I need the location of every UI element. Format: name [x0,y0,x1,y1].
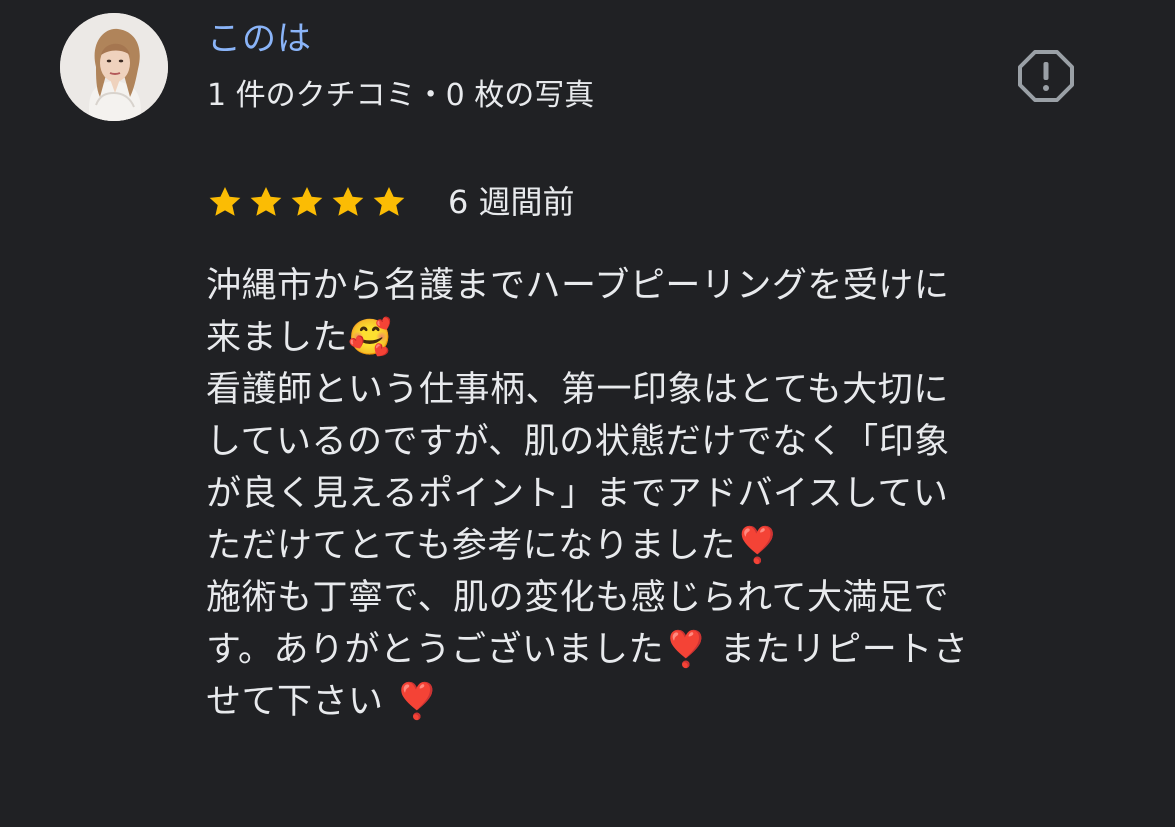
star-icon [250,186,282,216]
report-octagon-icon [1018,50,1074,102]
review-text-line: が良く見えるポイント」までアドバイスしてい [206,474,949,514]
review-text-line: ただけてとても参考になりました❣️ [206,526,780,566]
rating-row: 6 週間前 [206,176,575,228]
review-text-line: 沖縄市から名護までハーブピーリングを受けに [206,266,950,306]
reviewer-name[interactable]: このは [207,16,312,62]
review-text-line: 看護師という仕事柄、第一印象はとても大切に [206,370,949,410]
star-rating [206,183,408,221]
review-text-line: せて下さい ❣️ [206,682,440,722]
star-icon [209,186,241,216]
review-text: 沖縄市から名護までハーブピーリングを受けに 来ました🥰 看護師という仕事柄、第一… [206,260,1106,728]
star-icon [332,186,364,216]
review-card: このは 1 件のクチコミ・0 枚の写真 6 週間前 沖縄市から名護までハーブピー… [0,0,1175,827]
review-text-line: 施術も丁寧で、肌の変化も感じられて大満足で [206,578,950,618]
avatar-photo [60,13,168,121]
review-text-line: しているのですが、肌の状態だけでなく「印象 [206,422,950,462]
star-icon [373,186,405,216]
report-review-button[interactable] [1016,48,1076,104]
reviewer-stats: 1 件のクチコミ・0 枚の写真 [207,78,595,113]
review-date: 6 週間前 [448,183,575,221]
review-text-line: 来ました🥰 [206,318,393,358]
review-text-line: す。ありがとうございました❣️ またリピートさ [206,630,969,670]
star-icon [291,186,323,216]
avatar[interactable] [60,13,168,121]
